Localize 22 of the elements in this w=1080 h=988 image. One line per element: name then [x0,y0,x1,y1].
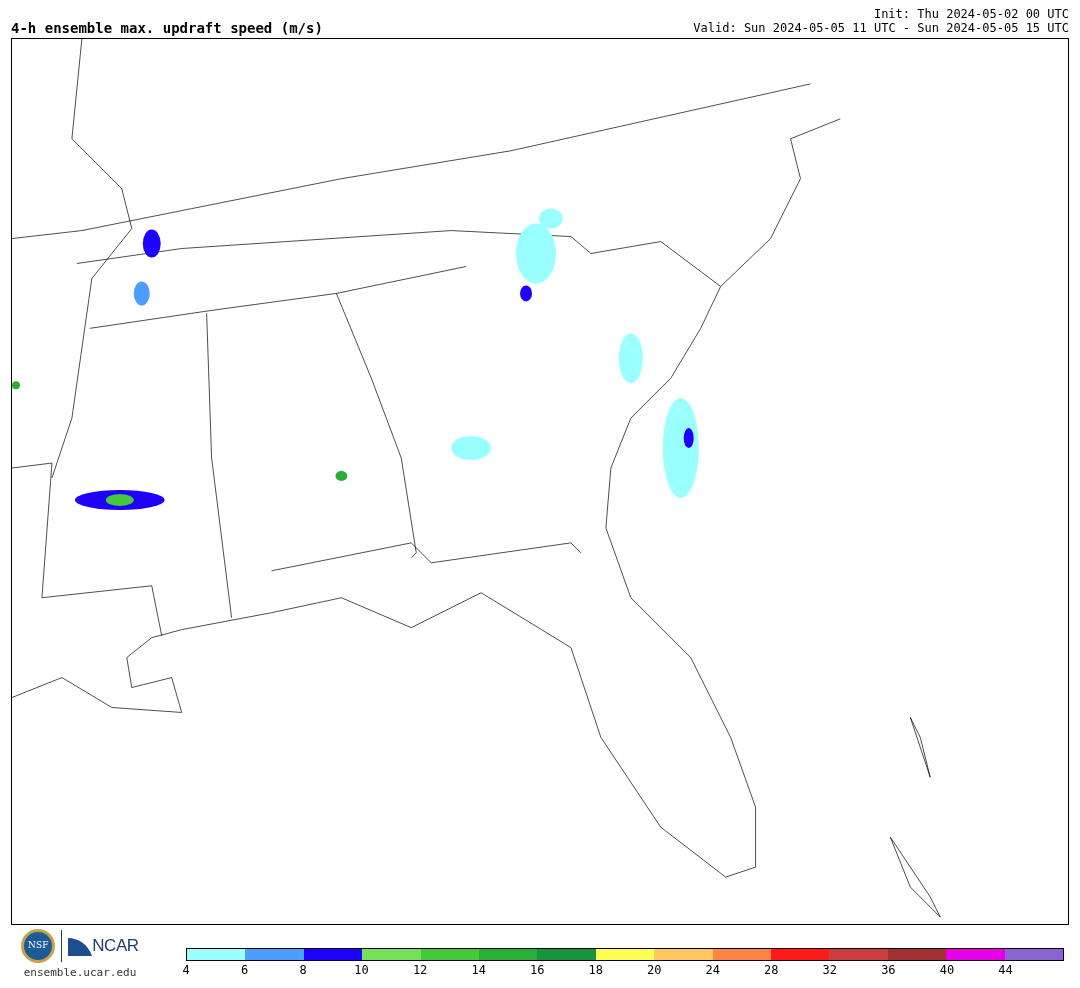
tick-label: 18 [588,964,603,976]
tick-label: 6 [240,964,249,976]
site-url: ensemble.ucar.edu [23,965,137,981]
tick-label: 32 [822,964,838,976]
tick-label: 8 [299,964,307,976]
ncar-swoosh-icon [68,936,93,956]
valid-time: Valid: Sun 2024-05-05 11 UTC - Sun 2024-05-05 15 UTC [693,21,1069,35]
tick-label: 4 [182,964,190,976]
ncar-logo: NCAR [92,935,139,958]
tick-label: 10 [354,964,369,976]
tick-label: 12 [412,964,428,976]
nsf-logo: NSF [21,929,56,963]
tick-label: 36 [881,964,896,976]
tick-label: 44 [998,964,1013,976]
chart-title: 4-h ensemble max. updraft speed (m/s) [11,21,323,35]
tick-label: 24 [705,964,720,976]
tick-label: 28 [764,964,779,976]
tick-label: 16 [529,964,545,976]
tick-label: 40 [939,964,955,976]
tick-label: 14 [471,964,486,976]
tick-label: 20 [647,964,662,976]
init-time: Init: Thu 2024-05-02 00 UTC [873,7,1069,21]
